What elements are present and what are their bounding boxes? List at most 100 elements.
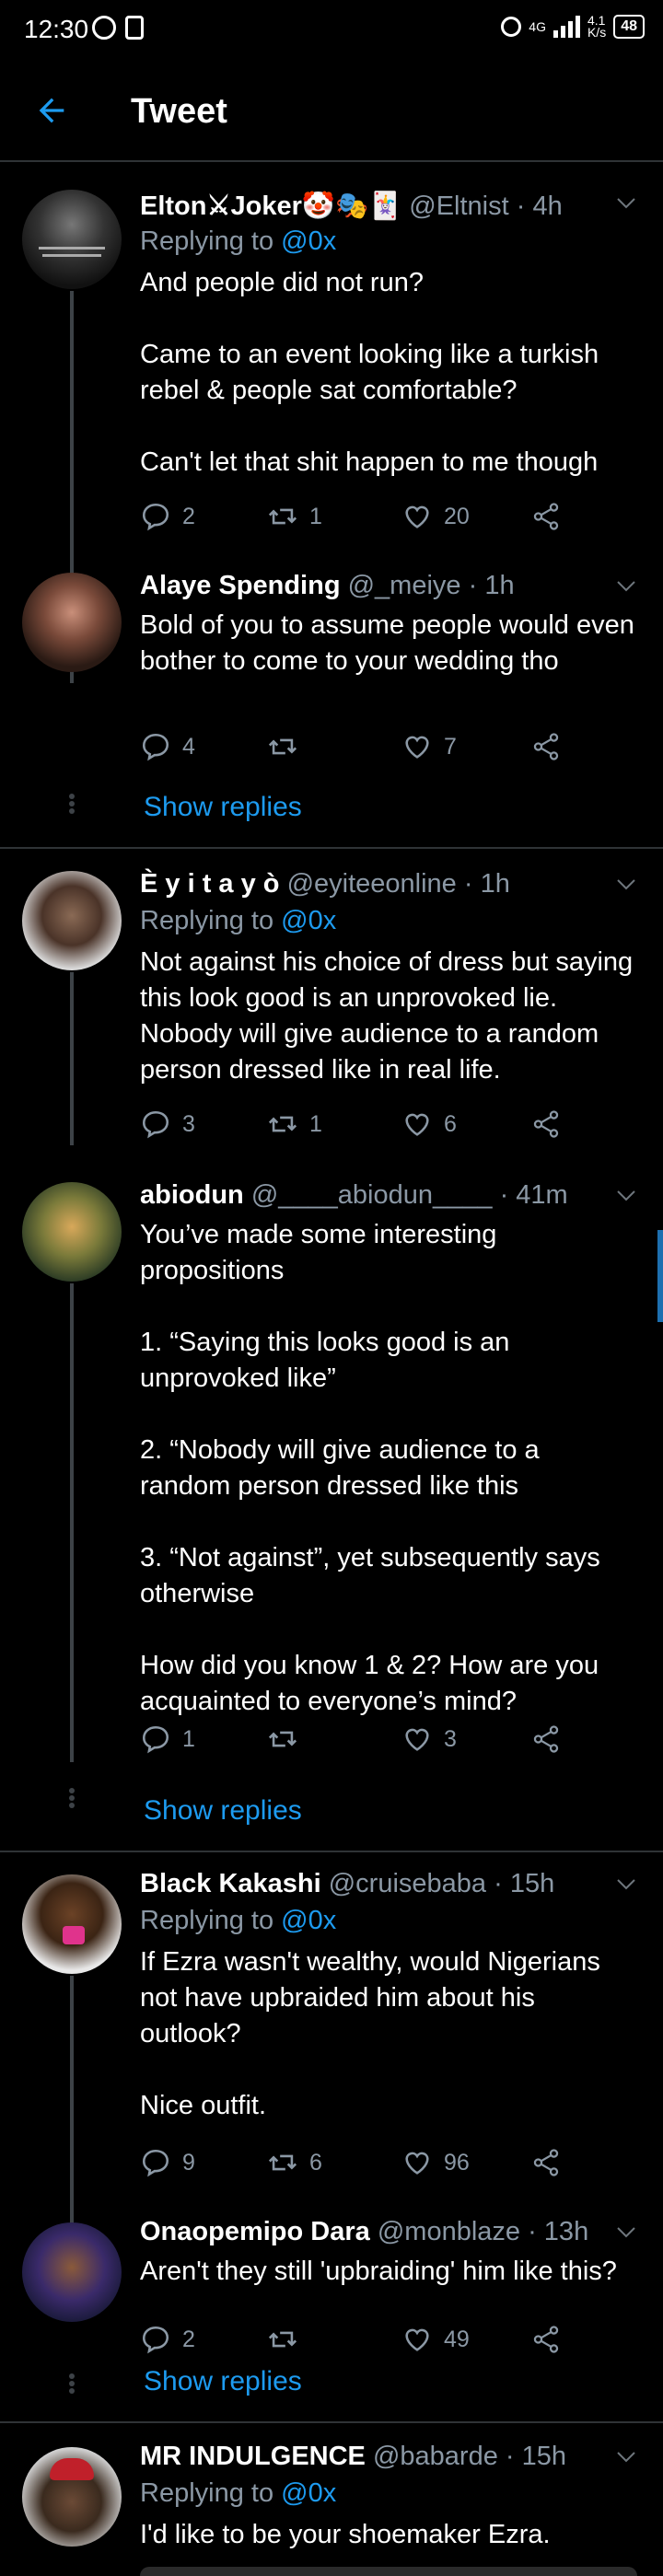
like-button[interactable]: 3 — [401, 1723, 457, 1755]
reply-button[interactable]: 2 — [140, 501, 195, 532]
chevron-down-icon[interactable] — [617, 2451, 635, 2464]
share-button[interactable] — [530, 501, 562, 532]
tweet-text: Not against his choice of dress but sayi… — [140, 947, 634, 1085]
chevron-down-icon[interactable] — [617, 2226, 635, 2239]
user-handle[interactable]: @Eltnist — [409, 191, 508, 221]
tweet-text: You’ve made some interesting proposition… — [140, 1220, 600, 1716]
avatar[interactable] — [22, 2222, 122, 2322]
tweet[interactable]: Elton⚔Joker🤡🎭🃏 @Eltnist · 4h Replying to… — [0, 184, 663, 683]
retweet-icon — [268, 508, 297, 525]
thread-dots — [68, 792, 76, 816]
tweet-header: MR INDULGENCE @babarde · 15h — [140, 2442, 566, 2472]
status-time: 12:30 — [24, 15, 89, 43]
retweet-button[interactable] — [267, 731, 309, 762]
replying-to-link[interactable]: @0x — [281, 2478, 336, 2508]
replying-to-link[interactable]: @0x — [281, 906, 336, 935]
display-name[interactable]: Alaye Spending — [140, 571, 341, 600]
retweet-icon — [268, 1116, 297, 1132]
avatar[interactable] — [22, 2447, 122, 2547]
tweet-time: · 15h — [505, 2442, 566, 2471]
display-name[interactable]: Onaopemipo Dara — [140, 2217, 370, 2246]
like-button[interactable]: 7 — [401, 731, 457, 762]
avatar[interactable] — [22, 573, 122, 672]
media-preview[interactable] — [140, 2567, 637, 2576]
share-button[interactable] — [530, 731, 562, 762]
share-button[interactable] — [530, 1723, 562, 1755]
user-handle[interactable]: @cruisebaba — [329, 1869, 486, 1898]
heart-icon — [405, 2328, 429, 2351]
reply-count: 9 — [182, 2149, 195, 2176]
retweet-button[interactable]: 1 — [267, 1108, 322, 1140]
avatar[interactable] — [22, 1874, 122, 1974]
avatar[interactable] — [22, 190, 122, 289]
replying-to: Replying to @0x — [140, 1906, 336, 1936]
chevron-down-icon[interactable] — [617, 1189, 635, 1202]
reply-button[interactable]: 9 — [140, 2147, 195, 2178]
tweet[interactable]: Onaopemipo Dara @monblaze · 13h Aren't t… — [0, 2217, 663, 2410]
reply-button[interactable]: 3 — [140, 1108, 195, 1140]
tweet-header: abiodun @____abiodun____ · 41m — [140, 1180, 568, 1211]
tweet[interactable]: Alaye Spending @_meiye · 1h Bold of you … — [0, 571, 663, 847]
tweet-time: · 13h — [528, 2217, 589, 2246]
replying-to-link[interactable]: @0x — [281, 1906, 336, 1935]
chevron-down-icon[interactable] — [617, 1878, 635, 1891]
display-name[interactable]: Elton⚔Joker🤡🎭🃏 — [140, 191, 401, 221]
tweet[interactable]: Black Kakashi @cruisebaba · 15h Replying… — [0, 1869, 663, 2224]
like-button[interactable]: 96 — [401, 2147, 470, 2178]
tweet-text: And people did not run? Came to an event… — [140, 268, 599, 477]
retweet-button[interactable]: 6 — [267, 2147, 322, 2178]
reply-count: 4 — [182, 733, 195, 760]
reply-icon — [142, 503, 169, 531]
replying-to-link[interactable]: @0x — [281, 226, 336, 256]
divider — [0, 1851, 663, 1852]
reply-icon — [142, 2326, 169, 2354]
retweet-button[interactable]: 1 — [267, 501, 322, 532]
retweet-button[interactable] — [267, 1723, 309, 1755]
show-replies-link[interactable]: Show replies — [144, 1795, 302, 1827]
display-name[interactable]: È y i t a y ò — [140, 869, 280, 899]
chevron-down-icon[interactable] — [617, 580, 635, 593]
thread-line — [70, 1976, 74, 2224]
heart-icon — [405, 2152, 429, 2175]
show-replies-link[interactable]: Show replies — [144, 792, 302, 823]
share-icon — [533, 2326, 559, 2353]
user-handle[interactable]: @_meiye — [348, 571, 461, 600]
share-button[interactable] — [530, 1108, 562, 1140]
user-handle[interactable]: @____abiodun____ — [251, 1180, 493, 1210]
like-count: 49 — [444, 2326, 470, 2352]
like-button[interactable]: 49 — [401, 2324, 470, 2355]
tweet[interactable]: MR INDULGENCE @babarde · 15h Replying to… — [0, 2442, 663, 2576]
reply-button[interactable]: 2 — [140, 2324, 195, 2355]
display-name[interactable]: abiodun — [140, 1180, 244, 1210]
tweet-time: · 1h — [468, 571, 515, 600]
heart-icon — [405, 736, 429, 759]
chevron-down-icon[interactable] — [617, 878, 635, 891]
retweet-button[interactable] — [267, 2324, 309, 2355]
reply-button[interactable]: 4 — [140, 731, 195, 762]
user-handle[interactable]: @babarde — [373, 2442, 498, 2471]
tweet-actions: 2 1 20 — [140, 501, 582, 538]
reply-button[interactable]: 1 — [140, 1723, 195, 1755]
share-button[interactable] — [530, 2147, 562, 2178]
share-icon — [533, 1110, 559, 1138]
user-handle[interactable]: @eyiteeonline — [287, 869, 457, 899]
tweet-header: È y i t a y ò @eyiteeonline · 1h — [140, 869, 510, 899]
display-name[interactable]: MR INDULGENCE — [140, 2442, 366, 2471]
network-type: 4G — [529, 19, 546, 34]
like-button[interactable]: 6 — [401, 1108, 457, 1140]
chevron-down-icon[interactable] — [617, 197, 635, 210]
tweet-text: If Ezra wasn't wealthy, would Nigerians … — [140, 1947, 600, 2120]
tweet[interactable]: abiodun @____abiodun____ · 41m You’ve ma… — [0, 1180, 663, 1843]
tweet-actions: 9 6 96 — [140, 2147, 582, 2184]
user-handle[interactable]: @monblaze — [378, 2217, 520, 2246]
heart-icon — [405, 505, 429, 528]
tweet[interactable]: È y i t a y ò @eyiteeonline · 1h Replyin… — [0, 869, 663, 1145]
share-button[interactable] — [530, 2324, 562, 2355]
avatar[interactable] — [22, 871, 122, 970]
avatar[interactable] — [22, 1182, 122, 1282]
reply-count: 1 — [182, 1725, 195, 1752]
show-replies-link[interactable]: Show replies — [144, 2366, 302, 2397]
like-button[interactable]: 20 — [401, 501, 470, 532]
display-name[interactable]: Black Kakashi — [140, 1869, 321, 1898]
back-arrow-icon[interactable] — [33, 92, 70, 129]
